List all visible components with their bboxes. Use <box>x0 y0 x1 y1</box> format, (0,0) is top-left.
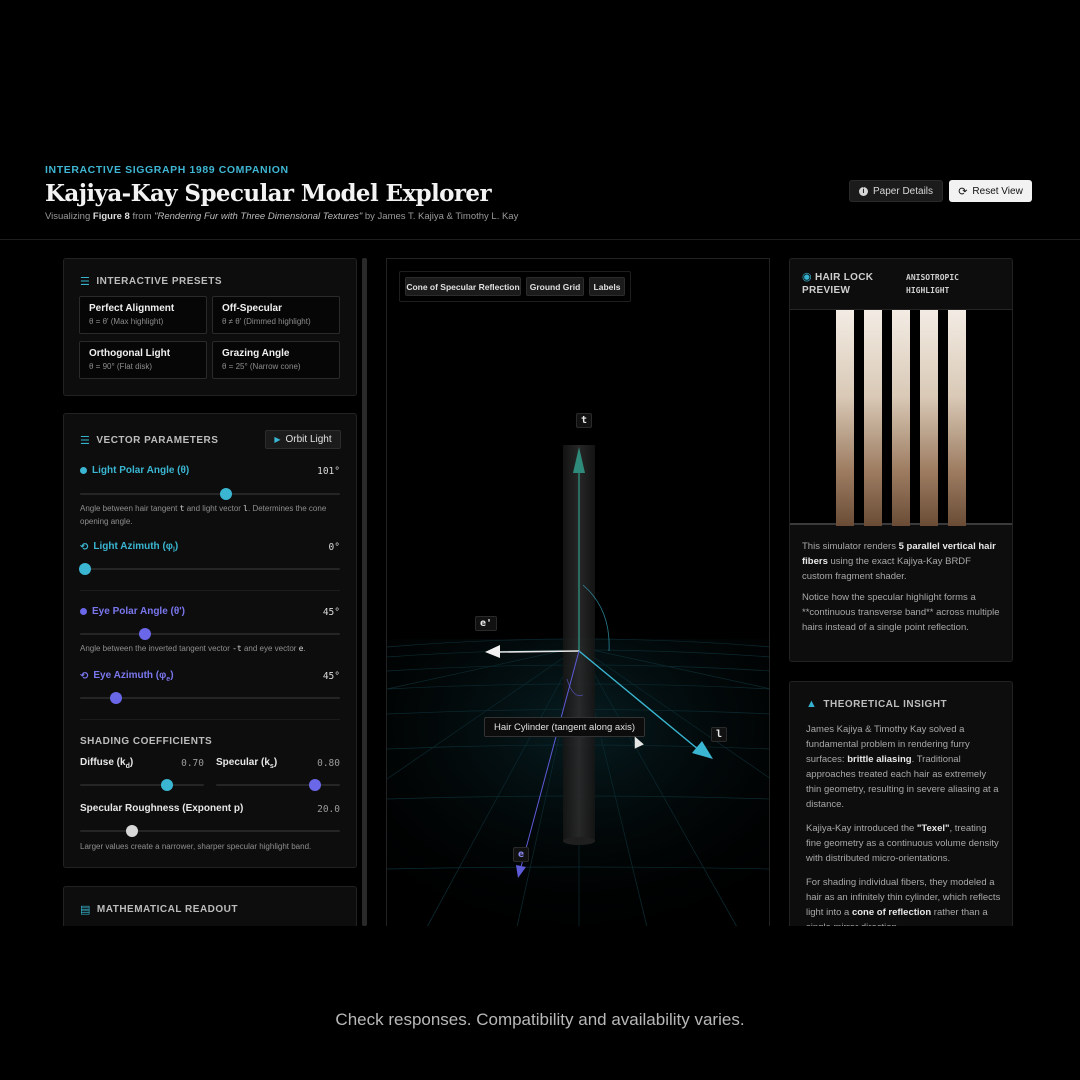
hair-cylinder-tooltip: Hair Cylinder (tangent along axis) <box>484 717 645 737</box>
toggle-cone[interactable]: Cone of Specular Reflection <box>405 277 521 296</box>
slider-thumb[interactable] <box>160 779 173 791</box>
graduation-cap-icon: ▲ <box>806 698 818 710</box>
eye-polar-label: Eye Polar Angle (θ') <box>80 606 185 617</box>
right-crop <box>780 926 1080 1010</box>
paper-details-label: Paper Details <box>872 185 934 197</box>
eye-azimuth-label: ⟲ Eye Azimuth (φe) <box>80 670 174 683</box>
label-e: e <box>513 847 530 862</box>
orbit-light-button[interactable]: ▶ Orbit Light <box>265 430 341 449</box>
cylinder-cap <box>563 837 595 845</box>
light-azimuth-label: ⟲ Light Azimuth (φl) <box>80 541 179 554</box>
refresh-icon: ⟲ <box>80 542 89 553</box>
eprime-vector <box>498 650 580 653</box>
light-azimuth-value: 0° <box>328 542 340 553</box>
preset-perfect-alignment[interactable]: Perfect Alignment θ = θ' (Max highlight) <box>79 296 207 334</box>
scene-graphic <box>387 445 769 926</box>
diffuse-slider[interactable] <box>80 779 204 791</box>
divider <box>80 719 340 720</box>
refresh-icon: ⟲ <box>80 671 89 682</box>
preset-orthogonal-light[interactable]: Orthogonal Light θ = 90° (Flat disk) <box>79 341 207 379</box>
refresh-icon: ⟳ <box>958 185 968 198</box>
roughness-value: 20.0 <box>317 804 340 815</box>
anisotropic-badge: ANISOTROPIC HIGHLIGHT <box>906 273 959 295</box>
palette-icon: ◉ <box>802 271 812 283</box>
eye-polar-slider[interactable] <box>80 628 340 640</box>
left-scrollbar[interactable] <box>362 258 367 926</box>
toggle-labels[interactable]: Labels <box>589 277 625 296</box>
play-icon: ▶ <box>274 435 281 444</box>
insight-text-2: Kajiya-Kay introduced the "Texel", treat… <box>806 823 999 864</box>
eye-azimuth-value: 45° <box>322 671 340 682</box>
reset-view-button[interactable]: ⟳ Reset View <box>949 180 1032 202</box>
hair-fiber <box>864 310 882 526</box>
diffuse-label: Diffuse (kd) <box>80 757 134 770</box>
presets-title: ☰ INTERACTIVE PRESETS <box>80 276 223 288</box>
hair-fiber <box>836 310 854 526</box>
diffuse-value: 0.70 <box>181 758 204 769</box>
light-azimuth-slider[interactable] <box>79 563 340 575</box>
hair-fiber <box>948 310 966 526</box>
divider <box>80 590 340 591</box>
specular-slider[interactable] <box>216 779 340 791</box>
roughness-label: Specular Roughness (Exponent p) <box>80 803 244 814</box>
reset-view-label: Reset View <box>972 185 1023 197</box>
specular-value: 0.80 <box>317 758 340 769</box>
paper-details-button[interactable]: i Paper Details <box>849 180 943 202</box>
calculator-icon: ▤ <box>80 904 91 916</box>
insight-text-1: James Kajiya & Timothy Kay solved a fund… <box>806 724 999 810</box>
dot-icon <box>80 467 87 474</box>
label-t: t <box>576 413 593 428</box>
insight-title: ▲ THEORETICAL INSIGHT <box>806 698 948 710</box>
hair-fiber <box>920 310 938 526</box>
toggle-ground-grid[interactable]: Ground Grid <box>526 277 584 296</box>
page-subtitle: Visualizing Figure 8 from "Rendering Fur… <box>45 211 519 222</box>
slider-thumb[interactable] <box>219 488 232 500</box>
3d-viewport[interactable]: Cone of Specular Reflection Ground Grid … <box>386 258 770 926</box>
vector-parameters-title: ☰ VECTOR PARAMETERS <box>80 435 219 447</box>
light-polar-label: Light Polar Angle (θ) <box>80 465 189 476</box>
eyebrow: INTERACTIVE SIGGRAPH 1989 COMPANION <box>45 164 289 176</box>
dot-icon <box>80 608 87 615</box>
roughness-slider[interactable] <box>80 825 340 837</box>
specular-label: Specular (ks) <box>216 757 278 770</box>
hair-preview-text-1: This simulator renders 5 parallel vertic… <box>802 541 996 582</box>
label-eprime: e' <box>475 616 498 631</box>
light-polar-slider[interactable] <box>80 488 340 500</box>
vector-parameters-panel: ☰ VECTOR PARAMETERS <box>63 413 357 868</box>
readout-title: ▤ MATHEMATICAL READOUT <box>80 904 239 916</box>
preset-grazing-angle[interactable]: Grazing Angle θ = 25° (Narrow cone) <box>212 341 340 379</box>
eye-polar-value: 45° <box>322 607 340 618</box>
list-icon: ☰ <box>80 276 91 288</box>
slider-thumb[interactable] <box>126 825 138 837</box>
hair-render <box>790 309 1012 526</box>
sliders-icon: ☰ <box>80 435 91 447</box>
eye-polar-description: Angle between the inverted tangent vecto… <box>80 644 306 653</box>
roughness-description: Larger values create a narrower, sharper… <box>80 842 312 851</box>
hair-fiber <box>892 310 910 526</box>
light-polar-description: Angle between hair tangent t and light v… <box>80 504 327 526</box>
hair-preview-title: ◉ HAIR LOCK PREVIEW <box>802 271 874 296</box>
hair-preview-text-2: Notice how the specular highlight forms … <box>802 592 1000 633</box>
label-l: l <box>711 727 728 742</box>
footer-note: Check responses. Compatibility and avail… <box>335 1010 745 1029</box>
preset-off-specular[interactable]: Off-Specular θ ≠ θ' (Dimmed highlight) <box>212 296 340 334</box>
info-icon: i <box>858 186 868 196</box>
slider-thumb[interactable] <box>139 628 151 640</box>
theoretical-insight-panel: ▲ THEORETICAL INSIGHT James Kajiya & Tim… <box>789 681 1013 941</box>
shading-title: SHADING COEFFICIENTS <box>80 736 213 747</box>
eye-azimuth-slider[interactable] <box>80 692 340 704</box>
light-polar-value: 101° <box>317 466 340 477</box>
hair-preview-panel: ◉ HAIR LOCK PREVIEW ANISOTROPIC HIGHLIGH… <box>789 258 1013 662</box>
page-title: Kajiya-Kay Specular Model Explorer <box>45 180 492 207</box>
